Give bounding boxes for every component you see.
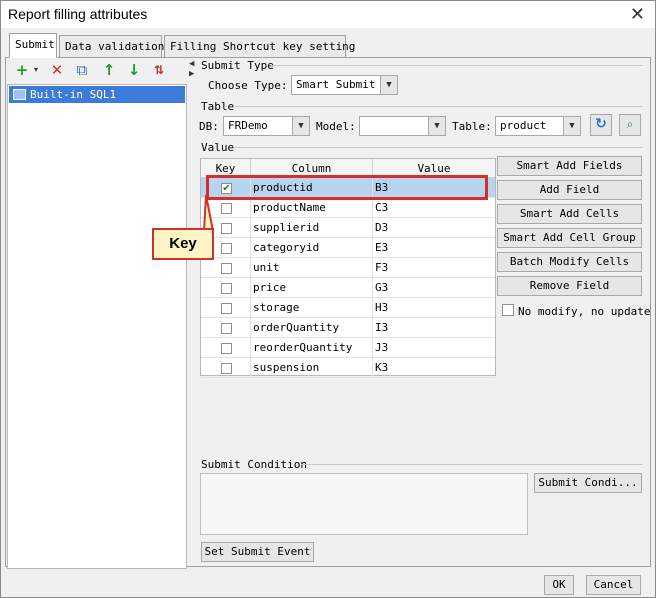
table-row[interactable]: categoryid E3: [201, 238, 495, 258]
database-icon: [13, 89, 26, 100]
tab-submit[interactable]: Submit: [9, 33, 57, 58]
table-row[interactable]: storage H3: [201, 298, 495, 318]
key-checkbox[interactable]: [221, 243, 232, 254]
column-cell: unit: [251, 258, 373, 278]
key-checkbox[interactable]: [221, 203, 232, 214]
value-cell[interactable]: E3: [373, 238, 495, 258]
smart-add-cell-group-button[interactable]: Smart Add Cell Group: [497, 228, 642, 248]
table-select[interactable]: product ▼: [495, 116, 581, 136]
value-label: Value: [201, 141, 235, 154]
smart-add-fields-button[interactable]: Smart Add Fields: [497, 156, 642, 176]
db-value: FRDemo: [228, 119, 268, 132]
close-icon[interactable]: ✕: [630, 4, 645, 25]
callout-pointer: [202, 194, 215, 232]
cancel-button[interactable]: Cancel: [586, 575, 641, 595]
tab-filling-shortcut[interactable]: Filling Shortcut key setting: [164, 35, 355, 57]
key-checkbox[interactable]: [221, 363, 232, 374]
model-select[interactable]: ▼: [359, 116, 446, 136]
collapse-left-icon[interactable]: ◀: [189, 59, 194, 69]
set-submit-event-button[interactable]: Set Submit Event: [201, 542, 314, 562]
column-cell: storage: [251, 298, 373, 318]
table-value: product: [500, 119, 547, 132]
divider: [271, 65, 643, 66]
table-label: Table: [201, 100, 235, 113]
table-row[interactable]: price G3: [201, 278, 495, 298]
db-label: DB:: [199, 120, 219, 133]
window-title: Report filling attributes: [8, 6, 148, 22]
value-cell[interactable]: F3: [373, 258, 495, 278]
table-row[interactable]: unit F3: [201, 258, 495, 278]
preview-icon[interactable]: ⌕: [619, 114, 641, 136]
table-row[interactable]: suspension K3: [201, 358, 495, 378]
table-row[interactable]: supplierid D3: [201, 218, 495, 238]
divider: [235, 147, 643, 148]
key-checkbox[interactable]: [221, 223, 232, 234]
refresh-icon[interactable]: ↻: [590, 114, 612, 136]
value-cell[interactable]: D3: [373, 218, 495, 238]
key-checkbox[interactable]: [221, 263, 232, 274]
sort-icon[interactable]: ⇅: [150, 61, 168, 79]
batch-modify-cells-button[interactable]: Batch Modify Cells: [497, 252, 642, 272]
value-cell[interactable]: J3: [373, 338, 495, 358]
splitter[interactable]: ◀ ▶: [189, 59, 194, 569]
submit-type-label: Submit Type: [201, 59, 274, 72]
key-checkbox[interactable]: [221, 283, 232, 294]
move-up-icon[interactable]: ↑: [100, 61, 118, 79]
submit-condition-button[interactable]: Submit Condi...: [534, 473, 642, 493]
smart-add-cells-button[interactable]: Smart Add Cells: [497, 204, 642, 224]
choose-type-value: Smart Submit: [296, 78, 376, 91]
value-cell[interactable]: I3: [373, 318, 495, 338]
title-bar: Report filling attributes ✕: [1, 1, 655, 28]
copy-icon[interactable]: ⧉: [73, 61, 91, 79]
column-cell: categoryid: [251, 238, 373, 258]
sql-tree: Built-in SQL1: [7, 84, 187, 569]
value-cell[interactable]: K3: [373, 358, 495, 378]
column-cell: orderQuantity: [251, 318, 373, 338]
dialog-window: Report filling attributes ✕ Submit Data …: [0, 0, 656, 598]
value-cell[interactable]: C3: [373, 198, 495, 218]
collapse-right-icon[interactable]: ▶: [189, 69, 194, 79]
db-select[interactable]: FRDemo ▼: [223, 116, 310, 136]
tab-data-validation[interactable]: Data validation: [59, 35, 164, 57]
column-cell: productName: [251, 198, 373, 218]
model-label: Model:: [316, 120, 356, 133]
table-row[interactable]: orderQuantity I3: [201, 318, 495, 338]
no-modify-checkbox[interactable]: [502, 304, 514, 316]
key-row-highlight: [206, 175, 488, 200]
choose-type-select[interactable]: Smart Submit ▼: [291, 75, 398, 95]
column-cell: supplierid: [251, 218, 373, 238]
value-cell[interactable]: H3: [373, 298, 495, 318]
table-name-label: Table:: [452, 120, 492, 133]
table-row[interactable]: productName C3: [201, 198, 495, 218]
value-cell[interactable]: G3: [373, 278, 495, 298]
add-dropdown-icon[interactable]: ▾: [27, 61, 45, 79]
column-cell: suspension: [251, 358, 373, 378]
add-field-button[interactable]: Add Field: [497, 180, 642, 200]
chevron-down-icon: ▼: [563, 117, 580, 135]
tree-item-label: Built-in SQL1: [30, 88, 117, 101]
chevron-down-icon: ▼: [380, 76, 397, 94]
chevron-down-icon: ▼: [428, 117, 445, 135]
column-cell: price: [251, 278, 373, 298]
key-checkbox[interactable]: [221, 343, 232, 354]
remove-field-button[interactable]: Remove Field: [497, 276, 642, 296]
choose-type-label: Choose Type:: [208, 79, 288, 92]
key-checkbox[interactable]: [221, 303, 232, 314]
delete-icon[interactable]: ✕: [48, 61, 66, 79]
divider: [301, 464, 643, 465]
move-down-icon[interactable]: ↓: [125, 61, 143, 79]
ok-button[interactable]: OK: [544, 575, 574, 595]
submit-condition-area[interactable]: [200, 473, 528, 535]
no-modify-label: No modify, no update: [518, 305, 651, 318]
column-cell: reorderQuantity: [251, 338, 373, 358]
tree-item-built-in-sql1[interactable]: Built-in SQL1: [9, 86, 185, 103]
divider: [235, 106, 643, 107]
chevron-down-icon: ▼: [292, 117, 309, 135]
submit-condition-label: Submit Condition: [201, 458, 307, 471]
key-checkbox[interactable]: [221, 323, 232, 334]
left-toolbar: + ▾ ✕ ⧉ ↑ ↓ ⇅: [7, 59, 187, 81]
table-row[interactable]: reorderQuantity J3: [201, 338, 495, 358]
key-callout: Key: [152, 228, 214, 260]
